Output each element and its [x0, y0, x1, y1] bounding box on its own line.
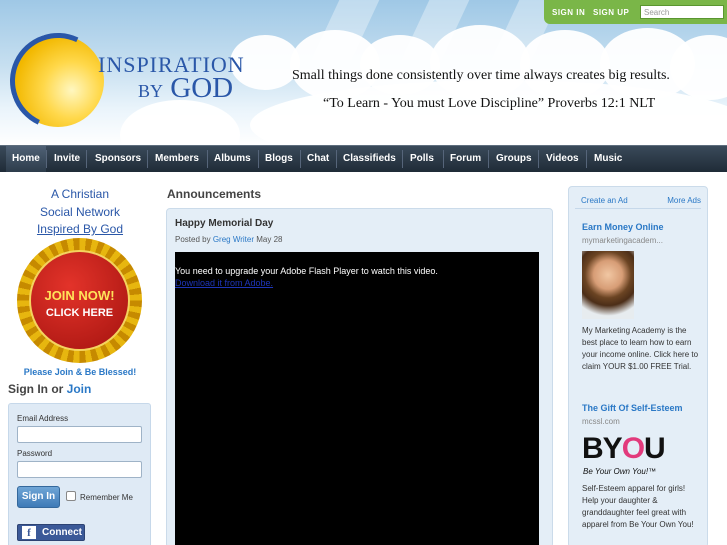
- nav-separator: [586, 150, 587, 168]
- join-blessed-link[interactable]: Please Join & Be Blessed!: [0, 367, 160, 377]
- signin-button[interactable]: Sign In: [17, 486, 60, 508]
- nav-separator: [538, 150, 539, 168]
- intro-line-3-link[interactable]: Inspired By God: [0, 222, 160, 236]
- ad2-title[interactable]: The Gift Of Self-Esteem: [582, 403, 683, 413]
- ad1-title[interactable]: Earn Money Online: [582, 222, 664, 232]
- announcements-heading: Announcements: [167, 187, 262, 201]
- logo-ring: [0, 19, 120, 143]
- search-input[interactable]: Search: [640, 5, 724, 19]
- flash-upgrade-message: You need to upgrade your Adobe Flash Pla…: [175, 266, 438, 276]
- logo-text-by-god[interactable]: BY GOD: [138, 72, 233, 105]
- posted-by-label: Posted by: [175, 235, 213, 244]
- tagline-primary: Small things done consistently over time…: [292, 68, 670, 83]
- intro-line-1: A Christian: [50, 187, 110, 201]
- signin-form: Email Address Password Sign In Remember …: [8, 403, 151, 545]
- cloud: [120, 100, 240, 145]
- nav-item-invite[interactable]: Invite: [48, 146, 86, 172]
- nav-separator: [86, 150, 87, 168]
- facebook-icon: f: [22, 526, 36, 539]
- ads-sidebar: Create an Ad More Ads Earn Money Online …: [568, 186, 708, 545]
- logo-text-god: GOD: [170, 72, 234, 104]
- signin-link[interactable]: SIGN IN: [552, 8, 585, 17]
- join-now-badge[interactable]: JOIN NOW! CLICK HERE: [17, 238, 142, 363]
- nav-item-chat[interactable]: Chat: [301, 146, 335, 172]
- nav-item-classifieds[interactable]: Classifieds: [337, 146, 402, 172]
- ad1-text: My Marketing Academy is the best place t…: [582, 326, 699, 371]
- more-ads-link[interactable]: More Ads: [667, 196, 701, 205]
- logo-text-by: BY: [138, 81, 164, 101]
- post-meta: Posted by Greg Writer May 28: [175, 235, 282, 244]
- join-link[interactable]: Join: [67, 382, 92, 396]
- nav-separator: [46, 150, 47, 168]
- nav-item-forum[interactable]: Forum: [444, 146, 487, 172]
- signin-heading: Sign In or Join: [8, 382, 91, 396]
- byou-wordmark: BYOU: [582, 432, 666, 466]
- nav-item-polls[interactable]: Polls: [404, 146, 440, 172]
- nav-item-blogs[interactable]: Blogs: [259, 146, 299, 172]
- remember-label: Remember Me: [80, 493, 133, 502]
- video-player[interactable]: You need to upgrade your Adobe Flash Pla…: [175, 252, 539, 545]
- email-label: Email Address: [17, 414, 69, 423]
- facebook-connect-label: Connect: [42, 527, 82, 538]
- nav-item-home[interactable]: Home: [6, 146, 46, 172]
- nav-item-members[interactable]: Members: [149, 146, 205, 172]
- badge-click-text: CLICK HERE: [45, 307, 114, 319]
- ads-header: Create an Ad More Ads: [575, 193, 701, 209]
- badge-join-text: JOIN NOW!: [44, 288, 115, 303]
- create-ad-link[interactable]: Create an Ad: [581, 196, 628, 205]
- announcement-post: Happy Memorial Day Posted by Greg Writer…: [166, 208, 553, 545]
- nav-separator: [488, 150, 489, 168]
- signup-link[interactable]: SIGN UP: [593, 8, 629, 17]
- site-header: INSPIRATION BY GOD Small things done con…: [0, 0, 727, 145]
- nav-item-videos[interactable]: Videos: [540, 146, 585, 172]
- byou-slogan: Be Your Own You!™: [583, 467, 657, 476]
- ad1-domain: mymarketingacadem...: [582, 236, 663, 245]
- byou-logo[interactable]: BYOU Be Your Own You!™: [582, 432, 682, 482]
- byou-wordmark-heart: O: [621, 432, 645, 465]
- nav-item-music[interactable]: Music: [588, 146, 628, 172]
- byou-wordmark-by: BY: [582, 432, 623, 465]
- tagline-verse: “To Learn - You must Love Discipline” Pr…: [323, 96, 656, 111]
- email-field[interactable]: [17, 426, 142, 443]
- remember-checkbox[interactable]: [66, 491, 76, 501]
- ad2-domain: mcssl.com: [582, 417, 620, 426]
- download-adobe-link[interactable]: Download it from Adobe.: [175, 278, 273, 288]
- nav-item-sponsors[interactable]: Sponsors: [89, 146, 147, 172]
- signin-heading-text: Sign In: [8, 382, 48, 396]
- password-field[interactable]: [17, 461, 142, 478]
- facebook-connect-button[interactable]: f Connect: [17, 524, 85, 541]
- post-title[interactable]: Happy Memorial Day: [175, 218, 273, 229]
- byou-wordmark-u: U: [644, 432, 666, 465]
- nav-item-albums[interactable]: Albums: [208, 146, 257, 172]
- password-label: Password: [17, 449, 53, 458]
- main-nav: Home Invite Sponsors Members Albums Blog…: [0, 145, 727, 172]
- nav-separator: [147, 150, 148, 168]
- nav-item-groups[interactable]: Groups: [490, 146, 538, 172]
- post-author-link[interactable]: Greg Writer: [213, 235, 254, 244]
- ad2-text: Self-Esteem apparel for girls! Help your…: [582, 484, 694, 529]
- account-bar: SIGN IN SIGN UP Search: [544, 0, 727, 24]
- ad1-photo[interactable]: [582, 251, 634, 319]
- post-date: May 28: [254, 235, 283, 244]
- intro-line-2: Social Network: [39, 205, 121, 219]
- signin-heading-or: or: [48, 382, 67, 396]
- nav-separator: [402, 150, 403, 168]
